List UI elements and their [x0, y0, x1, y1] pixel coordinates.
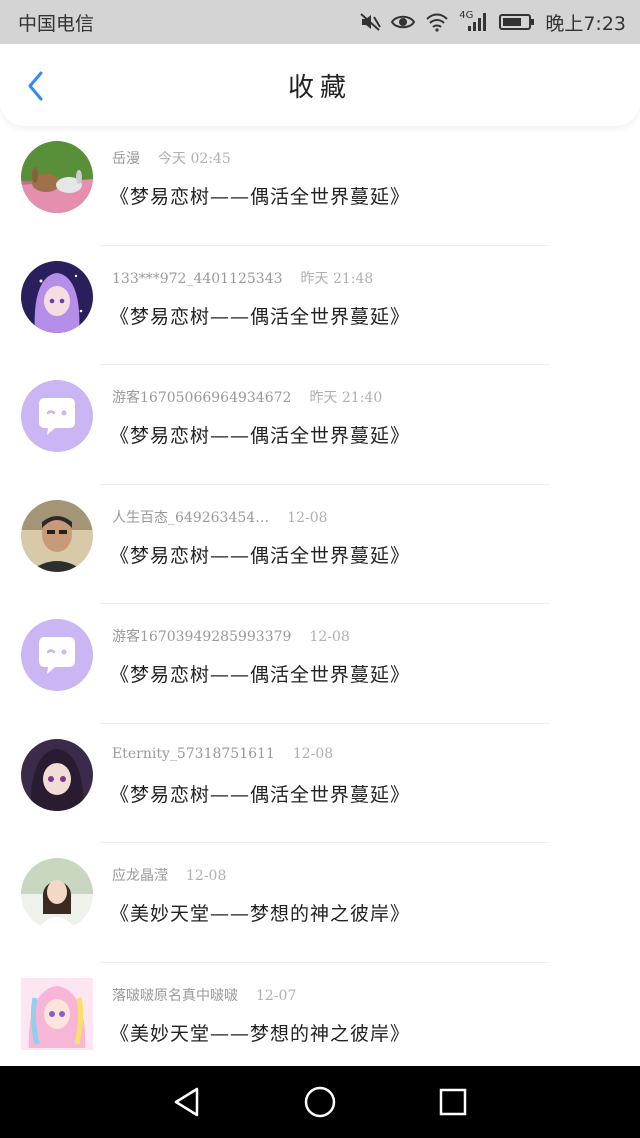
page-title: 收藏: [287, 72, 352, 103]
item-meta: Eternity_57318751611 12-08: [112, 746, 333, 762]
avatar[interactable]: [21, 380, 93, 452]
anime-avatar-icon: [21, 260, 93, 333]
list-item[interactable]: 应龙晶滢 12-08 《美妙天堂——梦想的神之彼岸》: [0, 843, 640, 963]
timestamp: 12-08: [287, 509, 328, 526]
avatar[interactable]: [21, 499, 93, 572]
item-meta: 落啵啵原名真中啵啵 12-07: [112, 985, 296, 1005]
mute-icon: [359, 12, 382, 32]
post-title: 《梦易恋树——偶活全世界蔓延》: [110, 186, 411, 208]
username: 岳漫: [112, 151, 140, 167]
battery-icon: [499, 13, 535, 31]
item-meta: 游客16703949285993379 12-08: [112, 626, 350, 646]
timestamp: 12-08: [309, 629, 350, 645]
item-meta: 应龙晶滢 12-08: [112, 865, 226, 885]
list-item[interactable]: 岳漫 今天 02:45 《梦易恋树——偶活全世界蔓延》: [0, 126, 640, 246]
avatar[interactable]: [21, 619, 93, 691]
timestamp: 12-08: [292, 745, 334, 762]
wifi-icon: [425, 12, 449, 32]
list-item[interactable]: 游客16703949285993379 12-08 《梦易恋树——偶活全世界蔓延》: [0, 604, 640, 724]
anime-avatar-icon: [21, 738, 93, 811]
username: 落啵啵原名真中啵啵: [112, 987, 238, 1004]
post-title: 《梦易恋树——偶活全世界蔓延》: [110, 544, 411, 567]
timestamp: 昨天 21:40: [309, 390, 383, 406]
header: 收藏: [0, 44, 640, 126]
item-meta: 133***972_4401125343 昨天 21:48: [112, 268, 373, 288]
default-avatar-icon: [21, 619, 93, 691]
list-item[interactable]: 落啵啵原名真中啵啵 12-07 《美妙天堂——梦想的神之彼岸》: [0, 963, 640, 1083]
post-title: 《美妙天堂——梦想的神之彼岸》: [110, 1022, 411, 1045]
nav-recents-button[interactable]: [428, 1077, 478, 1127]
item-meta: 岳漫 今天 02:45: [112, 148, 231, 168]
system-nav-bar: [0, 1066, 640, 1138]
status-bar: 中国电信 4G 晚上7:23: [0, 0, 640, 44]
username: 游客16705066964934672: [112, 390, 292, 406]
avatar[interactable]: [21, 858, 93, 930]
username: 133***972_4401125343: [112, 270, 283, 287]
timestamp: 昨天 21:48: [300, 270, 374, 287]
list-item[interactable]: 人生百态_649263454… 12-08 《梦易恋树——偶活全世界蔓延》: [0, 485, 640, 604]
avatar[interactable]: [21, 141, 93, 213]
status-icons: 4G 晚上7:23: [359, 9, 626, 36]
carrier-label: 中国电信: [18, 12, 95, 35]
clock: 晚上7:23: [545, 12, 626, 35]
nav-home-button[interactable]: [295, 1077, 345, 1127]
list-item[interactable]: 游客16705066964934672 昨天 21:40 《梦易恋树——偶活全世界…: [0, 365, 640, 485]
username: 应龙晶滢: [112, 868, 168, 884]
username: 人生百态_649263454…: [112, 509, 270, 526]
anime-avatar-icon: [21, 977, 93, 1050]
rabbits-photo-icon: [21, 141, 93, 213]
avatar[interactable]: [21, 260, 93, 333]
item-meta: 游客16705066964934672 昨天 21:40: [112, 387, 382, 407]
username: 游客16703949285993379: [112, 629, 292, 645]
chevron-left-icon: [28, 71, 43, 101]
username: Eternity_57318751611: [112, 745, 275, 762]
network-type: 4G: [459, 9, 474, 21]
timestamp: 12-08: [186, 868, 227, 884]
back-triangle-icon: [174, 1087, 198, 1117]
post-title: 《梦易恋树——偶活全世界蔓延》: [110, 305, 411, 328]
favorites-list: 岳漫 今天 02:45 《梦易恋树——偶活全世界蔓延》 133***972_440…: [0, 126, 640, 1082]
timestamp: 今天 02:45: [158, 151, 231, 167]
default-avatar-icon: [21, 380, 93, 452]
recents-square-icon: [440, 1088, 467, 1116]
post-title: 《美妙天堂——梦想的神之彼岸》: [110, 903, 411, 925]
nav-back-button[interactable]: [162, 1077, 212, 1127]
back-button[interactable]: [20, 70, 52, 102]
post-title: 《梦易恋树——偶活全世界蔓延》: [110, 425, 411, 447]
home-circle-icon: [304, 1086, 336, 1118]
post-title: 《梦易恋树——偶活全世界蔓延》: [110, 783, 411, 806]
list-item[interactable]: 133***972_4401125343 昨天 21:48 《梦易恋树——偶活全世…: [0, 246, 640, 365]
signal-icon: 4G: [459, 9, 489, 32]
eye-icon: [391, 13, 416, 31]
man-photo-icon: [21, 499, 93, 572]
list-item[interactable]: Eternity_57318751611 12-08 《梦易恋树——偶活全世界蔓延…: [0, 724, 640, 843]
timestamp: 12-07: [256, 987, 297, 1004]
post-title: 《梦易恋树——偶活全世界蔓延》: [110, 664, 411, 686]
avatar[interactable]: [21, 977, 93, 1050]
item-meta: 人生百态_649263454… 12-08: [112, 507, 328, 527]
girl-photo-icon: [21, 858, 93, 930]
avatar[interactable]: [21, 738, 93, 811]
